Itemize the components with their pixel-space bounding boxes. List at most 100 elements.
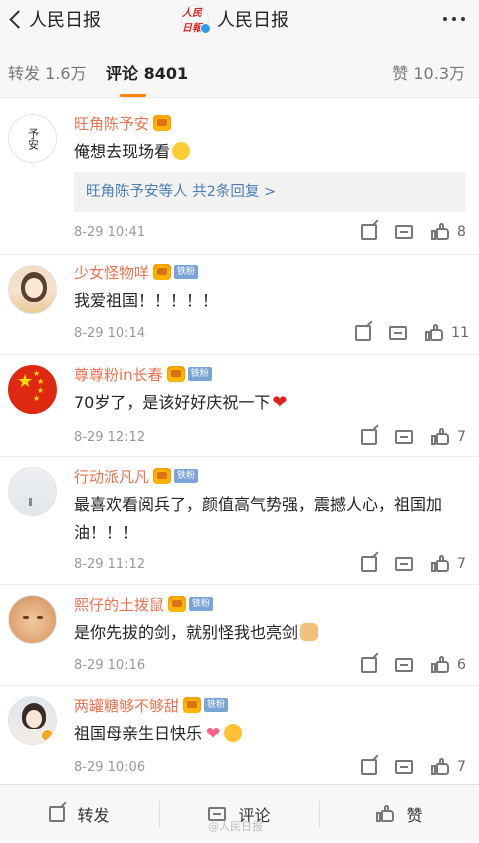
- member-crown-icon: [153, 115, 172, 131]
- tab-bar: 转发 1.6万 评论 8401 赞 10.3万: [0, 38, 479, 98]
- avatar[interactable]: ★ ★ ★ ★ ★: [8, 365, 57, 414]
- username-row: 熙仔的土拨鼠 铁粉: [74, 593, 214, 615]
- share-button[interactable]: [355, 325, 372, 341]
- star-icon: ★: [33, 394, 41, 403]
- thumbs-up-icon: [425, 324, 444, 342]
- like-count: 6: [457, 657, 466, 673]
- share-button[interactable]: [361, 759, 377, 775]
- top-bar: 人民日报 人民日報 人民日报: [0, 0, 479, 38]
- comment-time: 8-29 11:12: [74, 556, 146, 572]
- comment-body: 是你先拔的剑，就别怪我也亮剑: [74, 623, 299, 642]
- more-icon[interactable]: [443, 17, 465, 21]
- thumbs-up-icon: [431, 223, 449, 241]
- thumbs-up-icon: [376, 805, 395, 823]
- back-label: 人民日报: [29, 10, 101, 31]
- comment-item: 行动派凡凡 铁粉 最喜欢看阅兵了，颜值高气势强，震撼人心，祖国加油！！！ 8-2…: [0, 457, 479, 585]
- member-crown-icon: [153, 468, 172, 484]
- heart-icon: ❤: [206, 724, 221, 744]
- like-button[interactable]: 7: [431, 555, 469, 573]
- page-title-group[interactable]: 人民日報 人民日报: [181, 4, 289, 34]
- reply-button[interactable]: [395, 658, 413, 672]
- reply-button[interactable]: [395, 557, 413, 571]
- star-icon: ★: [17, 371, 34, 392]
- share-icon: [355, 325, 372, 341]
- red-heart-icon: ❤: [272, 392, 288, 413]
- share-button[interactable]: [361, 556, 377, 572]
- share-icon: [361, 556, 377, 572]
- username[interactable]: 熙仔的土拨鼠: [74, 594, 164, 615]
- like-button[interactable]: 6: [431, 656, 469, 674]
- member-crown-icon: [183, 697, 202, 713]
- comment-button[interactable]: 评论: [160, 785, 319, 843]
- reply-button[interactable]: [395, 430, 413, 444]
- comment-meta: 8-29 11:12 7: [74, 554, 469, 574]
- share-button[interactable]: [361, 657, 377, 673]
- active-tab-indicator: [120, 94, 146, 97]
- repost-button[interactable]: 转发: [0, 785, 159, 843]
- comment-icon: [389, 326, 408, 340]
- comment-meta: 8-29 10:16 6: [74, 655, 469, 675]
- username[interactable]: 旺角陈予安: [74, 113, 149, 134]
- reply-button[interactable]: [395, 225, 413, 239]
- comment-icon: [395, 658, 413, 672]
- comment-item: ★ ★ ★ ★ ★ 尊尊粉in长春 铁粉 70岁了，是该好好庆祝一下 ❤ 8-29…: [0, 355, 479, 457]
- fan-badge: 铁粉: [189, 597, 214, 611]
- star-icon: ★: [37, 377, 45, 386]
- reply-button[interactable]: [389, 326, 408, 340]
- face-shape: [26, 710, 42, 728]
- blush-face-icon: [224, 724, 243, 742]
- username[interactable]: 两罐糖够不够甜: [74, 695, 179, 716]
- username-row: 旺角陈予安: [74, 112, 172, 134]
- figure-shape: [29, 498, 32, 506]
- avatar[interactable]: [8, 696, 57, 745]
- tab-repost[interactable]: 转发 1.6万: [8, 60, 87, 84]
- username-row: 少女怪物咩 铁粉: [74, 261, 199, 283]
- comment-time: 8-29 10:14: [74, 325, 146, 341]
- thumbs-up-icon: [431, 555, 449, 573]
- username-row: 两罐糖够不够甜 铁粉: [74, 694, 229, 716]
- reply-summary-link[interactable]: 旺角陈予安等人 共2条回复 >: [74, 172, 465, 212]
- avatar[interactable]: 予安: [8, 114, 57, 163]
- username[interactable]: 行动派凡凡: [74, 466, 149, 487]
- comment-text: 我爱祖国！！！！！: [74, 291, 219, 310]
- comment-text: 最喜欢看阅兵了，颜值高气势强，震撼人心，祖国加油！！！: [74, 495, 443, 542]
- comment-item: 两罐糖够不够甜 铁粉 祖国母亲生日快乐 ❤ 8-29 10:06 7: [0, 686, 479, 784]
- share-icon: [361, 224, 377, 240]
- username[interactable]: 尊尊粉in长春: [74, 364, 163, 385]
- comment-text: 祖国母亲生日快乐 ❤: [74, 720, 459, 748]
- back-button[interactable]: 人民日报: [4, 6, 101, 32]
- share-button[interactable]: [361, 224, 377, 240]
- like-button[interactable]: 7: [431, 428, 469, 446]
- like-button[interactable]: 8: [431, 223, 469, 241]
- comment-meta: 8-29 10:06 7: [74, 757, 469, 777]
- like-label: 赞: [406, 806, 423, 825]
- comment-body: 祖国母亲生日快乐: [74, 724, 203, 743]
- avatar[interactable]: [8, 595, 57, 644]
- like-button[interactable]: 赞: [320, 785, 479, 843]
- share-button[interactable]: [361, 429, 377, 445]
- comment-meta: 8-29 10:14 11: [74, 323, 469, 343]
- comment-text: 俺想去现场看: [74, 138, 459, 166]
- share-icon: [361, 657, 377, 673]
- watermark: @人民日报: [208, 820, 263, 833]
- fan-badge: 铁粉: [174, 469, 199, 483]
- verified-icon: [200, 23, 211, 34]
- avatar-text: 予安: [26, 127, 40, 150]
- tab-like[interactable]: 赞 10.3万: [392, 60, 465, 84]
- fan-badge: 铁粉: [187, 367, 212, 381]
- comment-time: 8-29 10:41: [74, 224, 146, 240]
- comment-time: 8-29 10:06: [74, 759, 146, 775]
- fist-icon: [300, 623, 319, 641]
- tab-comment[interactable]: 评论 8401: [106, 60, 188, 84]
- reply-button[interactable]: [395, 760, 413, 774]
- eye-shape: [23, 616, 29, 619]
- member-crown-icon: [153, 264, 172, 280]
- like-button[interactable]: 11: [425, 324, 469, 342]
- username[interactable]: 少女怪物咩: [74, 262, 149, 283]
- face-shape: [25, 278, 43, 298]
- like-count: 7: [457, 759, 466, 775]
- fan-badge: 铁粉: [174, 265, 199, 279]
- avatar[interactable]: [8, 467, 57, 516]
- like-button[interactable]: 7: [431, 758, 469, 776]
- avatar[interactable]: [8, 265, 57, 314]
